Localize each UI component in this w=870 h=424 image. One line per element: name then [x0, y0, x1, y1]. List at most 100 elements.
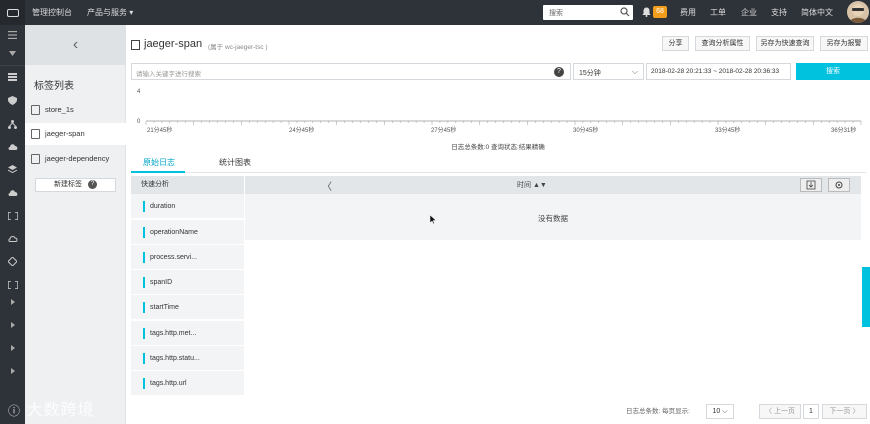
global-search[interactable]: 搜索	[543, 5, 633, 20]
chevron-right-icon[interactable]	[7, 342, 18, 353]
pagination-total: 日志总条数: 每页显示:	[626, 408, 690, 415]
field-span-id[interactable]: spanID	[131, 270, 244, 295]
tag-list-title: 标签列表	[34, 81, 74, 92]
tag-item-store[interactable]: store_1s	[25, 99, 126, 121]
query-input[interactable]: 请输入关键字进行搜索 ?	[131, 63, 571, 80]
nav-support[interactable]: 支持	[771, 0, 787, 25]
download-icon[interactable]	[800, 178, 822, 192]
aliyun-logo-icon[interactable]	[0, 0, 25, 25]
layers-icon[interactable]	[7, 164, 18, 175]
tag-item-label: jaeger-span	[45, 129, 85, 138]
page-size-select[interactable]: 10 ⌵	[706, 404, 734, 419]
field-operation-name[interactable]: operationName	[131, 220, 244, 245]
top-navbar: 管理控制台 产品与服务 ▾ 搜索 68 费用 工单 企业 支持 简体中文	[0, 0, 870, 25]
logstore-icon	[131, 40, 140, 50]
caret-down-icon: ▾	[129, 8, 134, 17]
log-status: 日志总条数:0 查询状态:结果精确	[451, 144, 545, 151]
field-process-service[interactable]: process.servi...	[131, 245, 244, 270]
search-icon[interactable]	[620, 7, 630, 17]
menu-icon[interactable]	[7, 29, 18, 40]
new-tag-button[interactable]: 新建标签?	[35, 178, 116, 192]
list-icon[interactable]	[7, 71, 18, 82]
feedback-float-button[interactable]	[862, 267, 870, 327]
avatar[interactable]	[847, 1, 869, 23]
tag-item-label: jaeger-dependency	[45, 154, 110, 163]
products-menu[interactable]: 产品与服务 ▾	[87, 0, 133, 25]
x-tick-label: 21分45秒	[147, 126, 172, 134]
quick-analysis-header: 快速分析	[131, 176, 244, 194]
shield-icon[interactable]	[7, 95, 18, 106]
field-http-status[interactable]: tags.http.statu...	[131, 346, 244, 371]
time-column-header[interactable]: 时间 ▲▼	[517, 180, 547, 190]
tag-item-jaeger-span[interactable]: jaeger-span	[25, 123, 126, 145]
prev-page-button[interactable]: 〈 上一页	[759, 404, 801, 419]
tab-charts[interactable]: 统计图表	[219, 157, 251, 168]
field-start-time[interactable]: startTime	[131, 295, 244, 320]
bell-icon[interactable]	[642, 7, 651, 17]
document-icon	[31, 154, 40, 164]
tag-item-jaeger-dependency[interactable]: jaeger-dependency	[25, 148, 126, 170]
save-quick-query-button[interactable]: 另存为快速查询	[756, 36, 814, 51]
chevron-left-icon[interactable]: 〈	[322, 178, 332, 193]
cloud-outline-icon[interactable]	[7, 233, 18, 244]
nav-billing[interactable]: 费用	[680, 0, 696, 25]
tab-raw-logs[interactable]: 原始日志	[143, 157, 175, 168]
result-tabs: 原始日志 统计图表	[131, 153, 866, 173]
time-range-input[interactable]: 2018-02-28 20:21:33 ~ 2018-02-28 20:36:3…	[646, 63, 791, 80]
console-link[interactable]: 管理控制台	[32, 0, 72, 25]
gear-icon[interactable]	[828, 178, 850, 192]
cloud-upload-icon[interactable]	[7, 187, 18, 198]
x-axis-ticks	[145, 121, 862, 125]
field-http-method[interactable]: tags.http.met...	[131, 321, 244, 346]
save-alert-button[interactable]: 另存为报警	[820, 36, 868, 51]
field-http-url[interactable]: tags.http.url	[131, 371, 244, 396]
nav-language[interactable]: 简体中文	[801, 0, 833, 25]
chevron-left-icon: ‹	[72, 36, 79, 53]
search-button[interactable]: 搜索	[796, 63, 870, 80]
interval-value: 15分钟	[579, 70, 601, 77]
empty-state: 没有数据	[538, 214, 568, 223]
notification-badge[interactable]: 68	[653, 6, 667, 18]
histogram-chart: 4 0 21分45秒 24分45秒 27分45秒 30分45秒 33分45秒 36分31秒	[137, 89, 862, 134]
page-subtitle: (属于 wc-jaeger-tsc )	[208, 44, 268, 51]
mouse-cursor-icon	[430, 215, 436, 224]
chevron-right-icon[interactable]	[7, 365, 18, 376]
tag-panel: ‹ 标签列表 store_1s jaeger-span jaeger-depen…	[25, 25, 126, 424]
query-placeholder: 请输入关键字进行搜索	[136, 71, 201, 78]
user-avatar-icon	[849, 4, 867, 23]
help-icon[interactable]: ?	[88, 179, 97, 189]
code-icon[interactable]	[7, 279, 18, 290]
products-label: 产品与服务	[87, 8, 127, 17]
active-tab-indicator	[131, 171, 185, 173]
chevron-down-icon: ⌵	[631, 67, 638, 76]
x-tick-label: 33分45秒	[715, 126, 740, 134]
collapse-icon[interactable]	[7, 48, 18, 59]
network-icon[interactable]	[7, 119, 18, 130]
document-icon	[31, 105, 40, 115]
watermark-logo-icon: ⓘ	[8, 404, 22, 418]
chevron-right-icon[interactable]	[7, 319, 18, 330]
cloud-icon[interactable]	[7, 141, 18, 152]
log-grid-body: 没有数据	[245, 194, 861, 240]
document-icon	[31, 129, 40, 139]
y-tick-bottom: 0	[137, 119, 141, 125]
next-page-button[interactable]: 下一页 〉	[822, 404, 867, 419]
page-number[interactable]: 1	[803, 404, 819, 419]
field-duration[interactable]: duration	[131, 194, 244, 219]
chevron-right-icon[interactable]	[7, 296, 18, 307]
query-attributes-button[interactable]: 查询分析属性	[695, 36, 750, 51]
nav-enterprise[interactable]: 企业	[741, 0, 757, 25]
back-button[interactable]: ‹	[25, 25, 126, 65]
help-icon[interactable]: ?	[554, 67, 564, 77]
page-title: jaeger-span	[144, 38, 203, 50]
y-tick-top: 4	[137, 89, 141, 95]
share-button[interactable]: 分享	[662, 36, 689, 51]
x-tick-label: 36分31秒	[831, 126, 856, 134]
bracket-icon[interactable]	[7, 210, 18, 221]
nav-tickets[interactable]: 工单	[710, 0, 726, 25]
search-placeholder: 搜索	[549, 10, 563, 17]
log-grid-header: 〈 时间 ▲▼	[245, 176, 861, 194]
tag-item-label: store_1s	[45, 105, 74, 114]
interval-select[interactable]: 15分钟 ⌵	[573, 63, 644, 80]
diamond-icon[interactable]	[7, 256, 18, 267]
